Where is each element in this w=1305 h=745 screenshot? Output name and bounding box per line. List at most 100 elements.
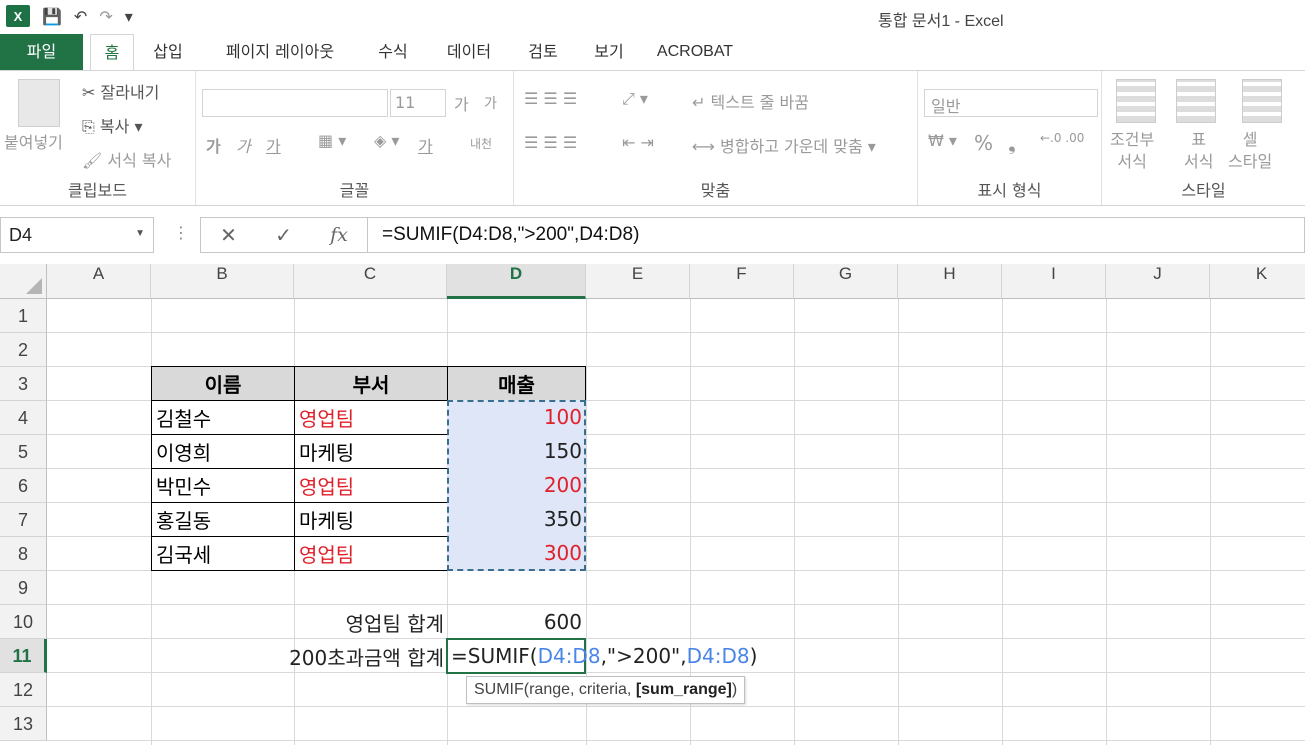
- column-header-h[interactable]: H: [898, 264, 1002, 299]
- paste-icon[interactable]: [18, 79, 60, 127]
- tab-formulas[interactable]: 수식: [368, 34, 418, 70]
- column-header-b[interactable]: B: [151, 264, 294, 299]
- tab-page-layout[interactable]: 페이지 레이아웃: [208, 34, 352, 70]
- active-cell-editor[interactable]: =SUMIF(D4:D8 ,">200", D4:D8): [446, 638, 757, 674]
- more-icon[interactable]: ⋮: [173, 223, 189, 242]
- row-header-3[interactable]: 3: [0, 367, 47, 401]
- table-cell-sales[interactable]: 150: [447, 434, 586, 468]
- formula-input[interactable]: =SUMIF(D4:D8,">200",D4:D8): [368, 217, 1305, 253]
- undo-icon[interactable]: ↶: [74, 7, 87, 26]
- paste-button[interactable]: 붙여넣기: [4, 129, 63, 153]
- row-header-4[interactable]: 4: [0, 401, 47, 435]
- table-cell-sales[interactable]: 200: [447, 468, 586, 502]
- number-format-select[interactable]: 일반: [924, 89, 1098, 117]
- decimal-icon[interactable]: ←.0 .00: [1040, 131, 1084, 145]
- format-painter-button[interactable]: 🖌 서식 복사: [82, 147, 171, 171]
- percent-button[interactable]: %: [974, 131, 993, 155]
- cut-button[interactable]: ✂ 잘라내기: [82, 79, 159, 103]
- comma-button[interactable]: ❟: [1008, 131, 1016, 155]
- column-header-f[interactable]: F: [690, 264, 794, 299]
- row-header-9[interactable]: 9: [0, 571, 47, 605]
- insert-function-icon[interactable]: fx: [330, 224, 348, 246]
- row-header-13[interactable]: 13: [0, 707, 47, 741]
- merge-center-button[interactable]: ⟷ 병합하고 가운데 맞춤 ▾: [692, 133, 876, 157]
- column-header-j[interactable]: J: [1106, 264, 1210, 299]
- redo-icon[interactable]: ↷: [99, 7, 112, 26]
- conditional-format-icon[interactable]: [1116, 79, 1156, 123]
- table-cell-name[interactable]: 홍길동: [151, 502, 295, 537]
- font-name-select[interactable]: [202, 89, 388, 117]
- table-cell-dept[interactable]: 마케팅: [294, 502, 448, 537]
- top-align-icon[interactable]: ☰ ☰ ☰: [524, 89, 577, 108]
- row-header-5[interactable]: 5: [0, 435, 47, 469]
- table-cell-name[interactable]: 박민수: [151, 468, 295, 503]
- table-header-name[interactable]: 이름: [151, 366, 295, 401]
- indent-icon[interactable]: ⇤ ⇥: [622, 133, 654, 152]
- table-format-icon[interactable]: [1176, 79, 1216, 123]
- column-header-k[interactable]: K: [1210, 264, 1305, 299]
- currency-icon[interactable]: ₩ ▾: [928, 131, 957, 150]
- sales-team-total-value[interactable]: 600: [447, 605, 586, 639]
- table-header-sales[interactable]: 매출: [447, 366, 586, 401]
- tab-acrobat[interactable]: ACROBAT: [648, 34, 742, 70]
- underline-button[interactable]: 가: [266, 133, 281, 157]
- font-color-button[interactable]: 가: [418, 133, 433, 157]
- left-align-icon[interactable]: ☰ ☰ ☰: [524, 133, 577, 152]
- tab-data[interactable]: 데이터: [436, 34, 502, 70]
- row-header-10[interactable]: 10: [0, 605, 47, 639]
- tab-view[interactable]: 보기: [584, 34, 634, 70]
- table-cell-name[interactable]: 이영희: [151, 434, 295, 469]
- row-header-8[interactable]: 8: [0, 537, 47, 571]
- copy-button[interactable]: ⎘ 복사 ▾: [82, 113, 142, 137]
- table-cell-name[interactable]: 김국세: [151, 536, 295, 571]
- table-format-button[interactable]: 표 서식: [1184, 129, 1213, 173]
- tab-insert[interactable]: 삽입: [144, 34, 192, 70]
- table-cell-dept[interactable]: 영업팀: [294, 468, 448, 503]
- tab-review[interactable]: 검토: [518, 34, 568, 70]
- column-header-a[interactable]: A: [47, 264, 151, 299]
- enter-icon[interactable]: ✓: [275, 223, 292, 247]
- table-cell-dept[interactable]: 마케팅: [294, 434, 448, 469]
- orientation-icon[interactable]: ⤢ ▾: [622, 89, 648, 109]
- phonetic-button[interactable]: 내천: [470, 135, 492, 152]
- chevron-down-icon[interactable]: ▼: [135, 228, 145, 239]
- table-cell-sales[interactable]: 350: [447, 502, 586, 536]
- row-header-7[interactable]: 7: [0, 503, 47, 537]
- column-header-d[interactable]: D: [447, 264, 586, 299]
- table-cell-sales[interactable]: 300: [447, 536, 586, 570]
- row-header-11[interactable]: 11: [0, 639, 47, 673]
- name-box[interactable]: D4 ▼: [0, 217, 154, 253]
- cell-styles-icon[interactable]: [1242, 79, 1282, 123]
- row-header-1[interactable]: 1: [0, 299, 47, 333]
- cancel-icon[interactable]: ✕: [220, 223, 237, 247]
- bold-button[interactable]: 가: [206, 133, 221, 157]
- tab-file[interactable]: 파일: [0, 34, 83, 70]
- wrap-text-button[interactable]: ↵ 텍스트 줄 바꿈: [692, 89, 809, 113]
- over-200-total-label[interactable]: 200초과금액 합계: [150, 639, 448, 673]
- font-size-select[interactable]: 11: [390, 89, 446, 117]
- column-header-i[interactable]: I: [1002, 264, 1106, 299]
- shrink-font-button[interactable]: 가: [484, 93, 497, 113]
- cell-styles-button[interactable]: 셀 스타일: [1228, 129, 1272, 173]
- row-header-6[interactable]: 6: [0, 469, 47, 503]
- table-cell-dept[interactable]: 영업팀: [294, 536, 448, 571]
- table-cell-sales[interactable]: 100: [447, 400, 586, 434]
- column-header-e[interactable]: E: [586, 264, 690, 299]
- column-header-g[interactable]: G: [794, 264, 898, 299]
- fill-color-icon[interactable]: ◈ ▾: [374, 131, 399, 150]
- column-header-c[interactable]: C: [294, 264, 447, 299]
- tab-home[interactable]: 홈: [90, 34, 134, 71]
- conditional-format-button[interactable]: 조건부 서식: [1110, 129, 1154, 173]
- table-cell-dept[interactable]: 영업팀: [294, 400, 448, 435]
- row-header-12[interactable]: 12: [0, 673, 47, 707]
- border-icon[interactable]: ▦ ▾: [318, 131, 346, 150]
- row-header-2[interactable]: 2: [0, 333, 47, 367]
- customize-qat-icon[interactable]: ▾: [125, 7, 133, 26]
- table-header-dept[interactable]: 부서: [294, 366, 448, 401]
- save-icon[interactable]: 💾: [42, 7, 62, 26]
- italic-button[interactable]: 가: [236, 133, 251, 157]
- function-tooltip[interactable]: SUMIF(range, criteria, [sum_range]): [466, 676, 746, 704]
- table-cell-name[interactable]: 김철수: [151, 400, 295, 435]
- sales-team-total-label[interactable]: 영업팀 합계: [200, 605, 448, 639]
- select-all-button[interactable]: [0, 264, 47, 299]
